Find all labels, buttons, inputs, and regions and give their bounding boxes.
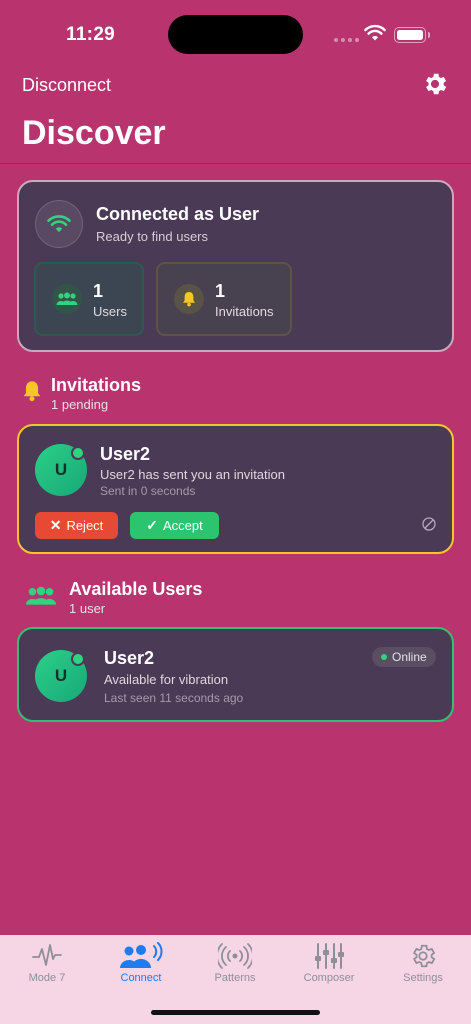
status-time: 11:29	[66, 24, 116, 45]
invitations-label: Invitations	[215, 304, 274, 319]
wifi-status-icon	[35, 200, 83, 248]
avatar-initial: U	[54, 666, 68, 685]
users-section-title: Available Users	[69, 579, 203, 599]
avatar-initial: U	[54, 460, 68, 479]
disconnect-button[interactable]: Disconnect	[22, 75, 111, 96]
invitations-section-subtitle: 1 pending	[51, 397, 109, 412]
page-title: Discover	[22, 114, 166, 152]
online-indicator	[71, 652, 85, 666]
invitation-card: U User2 User2 has sent you an invitation…	[17, 424, 454, 554]
wifi-icon	[364, 24, 386, 41]
users-count: 1	[93, 281, 104, 301]
cellular-icon	[334, 38, 359, 42]
invitation-message: User2 has sent you an invitation	[100, 467, 285, 482]
invitation-time: Sent in 0 seconds	[100, 484, 196, 498]
users-section-subtitle: 1 user	[69, 601, 106, 616]
online-dot-icon	[381, 654, 387, 660]
people-wave-icon	[120, 942, 163, 968]
invitations-stat: 1 Invitations	[156, 262, 292, 336]
users-stat: 1 Users	[34, 262, 144, 336]
sliders-icon	[315, 943, 344, 969]
waveform-icon	[32, 944, 62, 966]
invitations-bell-icon	[23, 381, 41, 402]
x-icon: ✕	[49, 517, 62, 533]
checkmark-icon: ✓	[146, 517, 158, 533]
accept-button[interactable]: ✓ Accept	[130, 512, 219, 539]
bell-icon	[174, 284, 204, 314]
users-icon	[52, 284, 82, 314]
gear-icon	[412, 944, 436, 968]
tab-patterns[interactable]: Patterns	[188, 935, 282, 995]
user-name: User2	[104, 648, 155, 668]
settings-gear-icon[interactable]	[421, 70, 449, 98]
inviter-name: User2	[100, 444, 151, 464]
tab-connect[interactable]: Connect	[94, 935, 188, 995]
status-bar: 11:29	[0, 0, 471, 60]
connection-status-card: Connected as User Ready to find users 1 …	[17, 180, 454, 352]
connection-title: Connected as User	[96, 204, 260, 224]
status-badge: Online	[372, 647, 436, 667]
block-icon[interactable]	[422, 517, 436, 531]
invitations-count: 1	[215, 281, 226, 301]
vibration-icon	[218, 943, 252, 969]
connection-subtitle: Ready to find users	[96, 229, 209, 244]
home-indicator	[151, 1010, 320, 1015]
users-label: Users	[93, 304, 127, 319]
invitations-section-title: Invitations	[51, 375, 142, 395]
users-group-icon	[26, 586, 56, 605]
user-card[interactable]: U User2 Available for vibration Last see…	[17, 627, 454, 722]
tab-mode-7[interactable]: Mode 7	[0, 935, 94, 995]
reject-button[interactable]: ✕ Reject	[35, 512, 118, 539]
tab-settings[interactable]: Settings	[376, 935, 470, 995]
online-indicator	[71, 446, 85, 460]
header-divider	[0, 163, 471, 164]
tab-composer[interactable]: Composer	[282, 935, 376, 995]
battery-icon	[394, 27, 430, 43]
user-last-seen: Last seen 11 seconds ago	[104, 691, 244, 705]
user-status: Available for vibration	[104, 672, 229, 687]
dynamic-island	[168, 15, 303, 54]
